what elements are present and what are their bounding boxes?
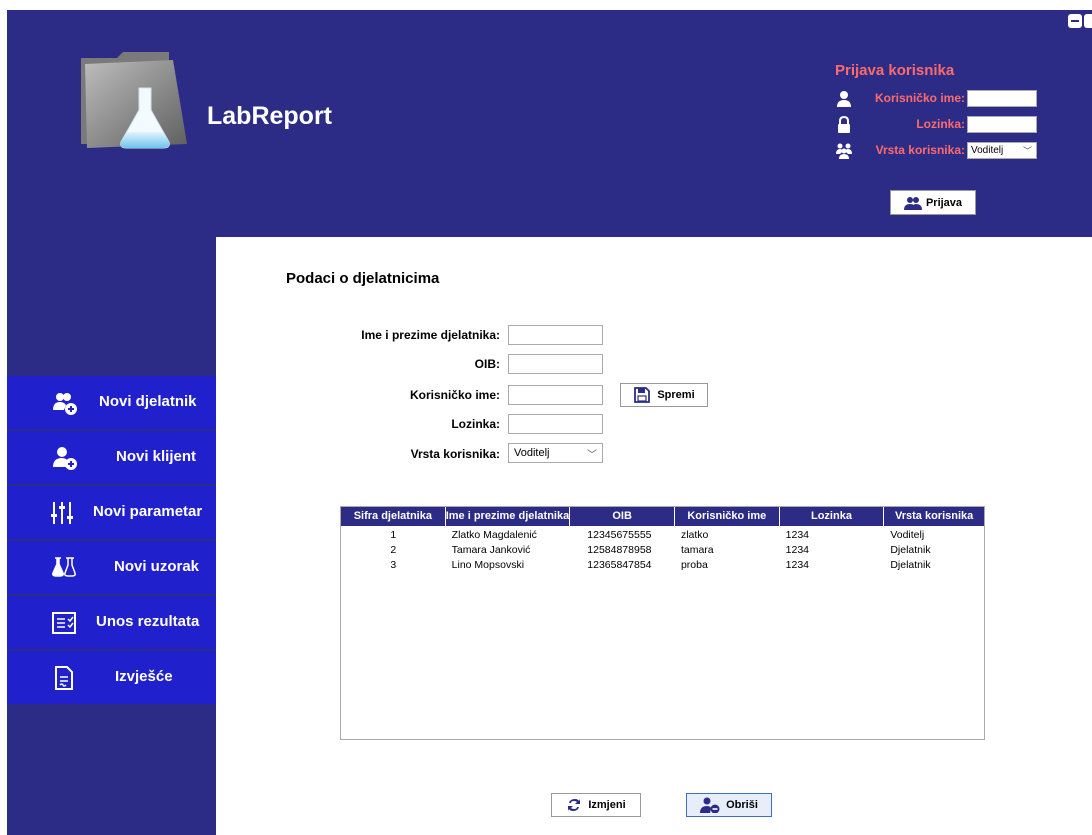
column-header[interactable]: Vrsta korisnika [884,507,984,526]
sidebar-item-label: Novi parametar [93,503,203,520]
table-cell: 12584878958 [587,544,652,556]
column-header[interactable]: Sifra djelatnika [341,507,446,526]
edit-button[interactable]: Izmjeni [551,793,641,817]
sliders-icon [51,502,73,524]
name-input[interactable] [508,325,603,345]
table-cell: Lino Mopsovski [451,559,525,571]
column-header[interactable]: OIB [570,507,675,526]
login-password-row: Lozinka: [827,116,1037,134]
add-user-icon [53,447,77,470]
column-header[interactable]: Ime i prezime djelatnika [446,507,571,526]
table-cell: 1234 [785,559,809,571]
table-cell: Zlatko Magdalenić [451,529,537,541]
type-label: Vrsta korisnika: [410,447,500,461]
table-cell: 3 [390,559,397,571]
name-label: Ime i prezime djelatnika: [361,328,500,342]
sidebar-item-novi-parametar[interactable]: Novi parametar [7,486,216,539]
table-cell: 1234 [785,529,809,541]
table-cell: Tamara Janković [451,544,531,556]
users-group-icon [836,143,852,159]
table-row[interactable]: 2 Tamara Janković 12584878958 tamara 123… [341,543,984,558]
oib-input[interactable] [508,354,603,374]
sidebar-item-izvjesce[interactable]: Izvješće [7,651,216,704]
delete-button[interactable]: Obriši [686,793,772,817]
type-select[interactable]: Voditelj ﹀ [508,443,603,463]
sidebar-item-novi-djelatnik[interactable]: Novi djelatnik [7,376,216,429]
close-icon[interactable] [1084,14,1092,28]
window-controls [1068,14,1092,28]
table-header: Sifra djelatnika Ime i prezime djelatnik… [341,507,984,526]
login-password-label: Lozinka: [916,117,965,131]
login-username-input[interactable] [967,90,1037,107]
app-title: LabReport [207,102,332,130]
password-input[interactable] [508,414,603,434]
minimize-icon[interactable] [1068,14,1082,28]
table-cell: 12345675555 [587,529,652,541]
delete-button-label: Obriši [726,799,758,811]
checklist-icon [52,612,76,634]
sidebar-item-label: Unos rezultata [96,613,200,630]
table-cell: 1 [390,529,397,541]
username-row: Korisničko ime: [216,385,500,405]
login-users-icon [903,196,922,210]
column-header[interactable]: Korisničko ime [675,507,780,526]
username-input[interactable] [508,385,603,405]
table-row[interactable]: 1 Zlatko Magdalenić 12345675555 zlatko 1… [341,528,984,543]
table-cell: proba [680,559,708,571]
table-cell: 2 [390,544,397,556]
sidebar: Novi djelatnik Novi klijent Novi paramet… [7,376,216,706]
table-cell: 1234 [785,544,809,556]
table-cell: Djelatnik [890,559,931,571]
login-button-label: Prijava [925,196,963,209]
login-password-input[interactable] [967,116,1037,133]
oib-label: OIB: [474,357,500,371]
login-usertype-label: Vrsta korisnika: [875,143,965,157]
lab-flasks-icon [52,557,76,577]
sidebar-item-label: Izvješće [115,668,173,685]
oib-row: OIB: [216,354,500,374]
sidebar-item-label: Novi uzorak [114,558,200,575]
table-cell: Voditelj [890,529,925,541]
add-users-icon [53,393,77,415]
save-button[interactable]: Spremi [620,383,708,407]
sidebar-item-label: Novi djelatnik [99,393,197,410]
folder-flask-icon [81,52,187,149]
name-row: Ime i prezime djelatnika: [216,325,500,345]
type-row: Vrsta korisnika: [216,444,500,464]
page-title: Podaci o djelatnicima [286,270,440,287]
password-row: Lozinka: [216,414,500,434]
password-label: Lozinka: [451,417,500,431]
login-usertype-select[interactable]: Voditelj ﹀ [967,142,1037,159]
login-title: Prijava korisnika [835,62,955,79]
employees-table[interactable]: Sifra djelatnika Ime i prezime djelatnik… [340,506,985,740]
main-content: Podaci o djelatnicima Ime i prezime djel… [216,237,1092,835]
table-cell: tamara [680,544,714,556]
user-icon [837,91,851,107]
sidebar-item-novi-uzorak[interactable]: Novi uzorak [7,541,216,594]
chevron-down-icon: ﹀ [1022,146,1032,156]
table-cell: zlatko [680,529,709,541]
sidebar-item-novi-klijent[interactable]: Novi klijent [7,431,216,484]
login-usertype-value: Voditelj [971,145,1004,156]
type-select-value: Voditelj [514,447,550,459]
edit-button-label: Izmjeni [588,799,626,811]
login-usertype-row: Vrsta korisnika: Voditelj ﹀ [827,142,1037,160]
table-cell: 12365847854 [587,559,652,571]
sidebar-item-label: Novi klijent [116,448,197,465]
chevron-down-icon: ﹀ [587,450,597,461]
refresh-icon [568,799,581,811]
username-label: Korisničko ime: [409,388,500,402]
login-button[interactable]: Prijava [890,190,976,215]
login-username-row: Korisničko ime: [827,90,1037,108]
report-document-icon [55,666,73,690]
sidebar-item-unos-rezultata[interactable]: Unos rezultata [7,596,216,649]
column-header[interactable]: Lozinka [780,507,885,526]
table-cell: Djelatnik [890,544,931,556]
save-icon [634,387,651,403]
remove-user-icon [700,797,720,813]
table-row[interactable]: 3 Lino Mopsovski 12365847854 proba 1234 … [341,558,984,573]
login-username-label: Korisničko ime: [874,91,965,105]
save-button-label: Spremi [657,389,695,401]
lock-icon [838,116,850,133]
